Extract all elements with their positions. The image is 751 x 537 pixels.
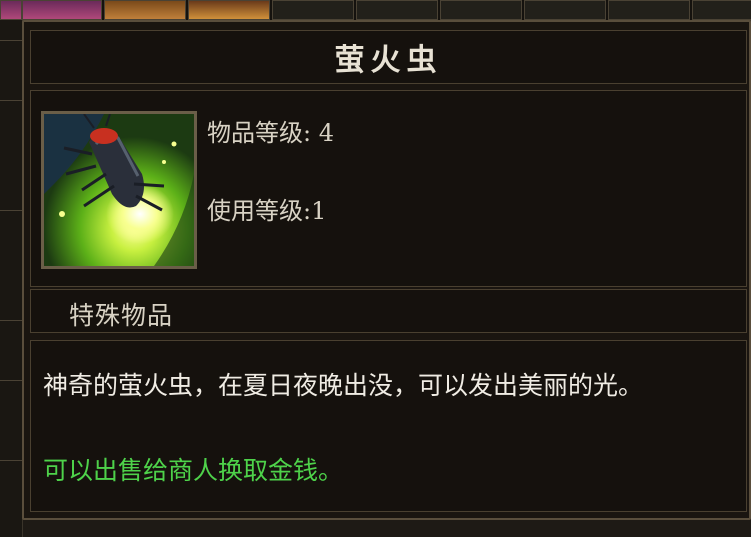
divider [0, 40, 22, 41]
divider [0, 100, 22, 101]
item-category: 特殊物品 [69, 301, 174, 330]
divider [0, 380, 22, 381]
sell-hint: 可以出售给商人换取金钱。 [43, 456, 344, 485]
use-level-value: 1 [311, 197, 327, 225]
item-level-label: 物品等级: [207, 119, 319, 147]
item-category-panel: 特殊物品 [30, 289, 747, 333]
use-level-label: 使用等级: [207, 197, 312, 225]
inventory-slot[interactable] [272, 0, 354, 20]
inventory-slot[interactable] [440, 0, 522, 20]
use-level-line: 使用等级:1 [207, 191, 326, 226]
item-name: 萤火虫 [334, 43, 443, 78]
inventory-slot-strip [0, 0, 751, 21]
item-info-panel: 物品等级: 4 使用等级:1 [30, 90, 747, 287]
tooltip-title-bar: 萤火虫 [30, 30, 747, 84]
inventory-slot[interactable] [608, 0, 690, 20]
divider [0, 210, 22, 211]
item-level-value: 4 [318, 119, 334, 147]
firefly-icon [41, 111, 197, 269]
inventory-slot[interactable] [0, 0, 22, 20]
inventory-slot[interactable] [188, 0, 270, 20]
side-panel [0, 20, 23, 537]
inventory-slot[interactable] [692, 0, 751, 20]
divider [0, 320, 22, 321]
inventory-slot[interactable] [104, 0, 186, 20]
inventory-slot[interactable] [524, 0, 606, 20]
item-description-panel: 神奇的萤火虫，在夏日夜晚出没，可以发出美丽的光。 可以出售给商人换取金钱。 [30, 340, 747, 512]
inventory-slot[interactable] [356, 0, 438, 20]
divider [0, 460, 22, 461]
item-description: 神奇的萤火虫，在夏日夜晚出没，可以发出美丽的光。 [43, 371, 644, 400]
inventory-slot[interactable] [22, 0, 102, 20]
item-level-line: 物品等级: 4 [207, 113, 334, 148]
item-tooltip: 萤火虫 物品等级: 4 使用等级:1 特殊物品 神奇的萤火虫，在夏日夜晚出没，可… [22, 20, 751, 520]
